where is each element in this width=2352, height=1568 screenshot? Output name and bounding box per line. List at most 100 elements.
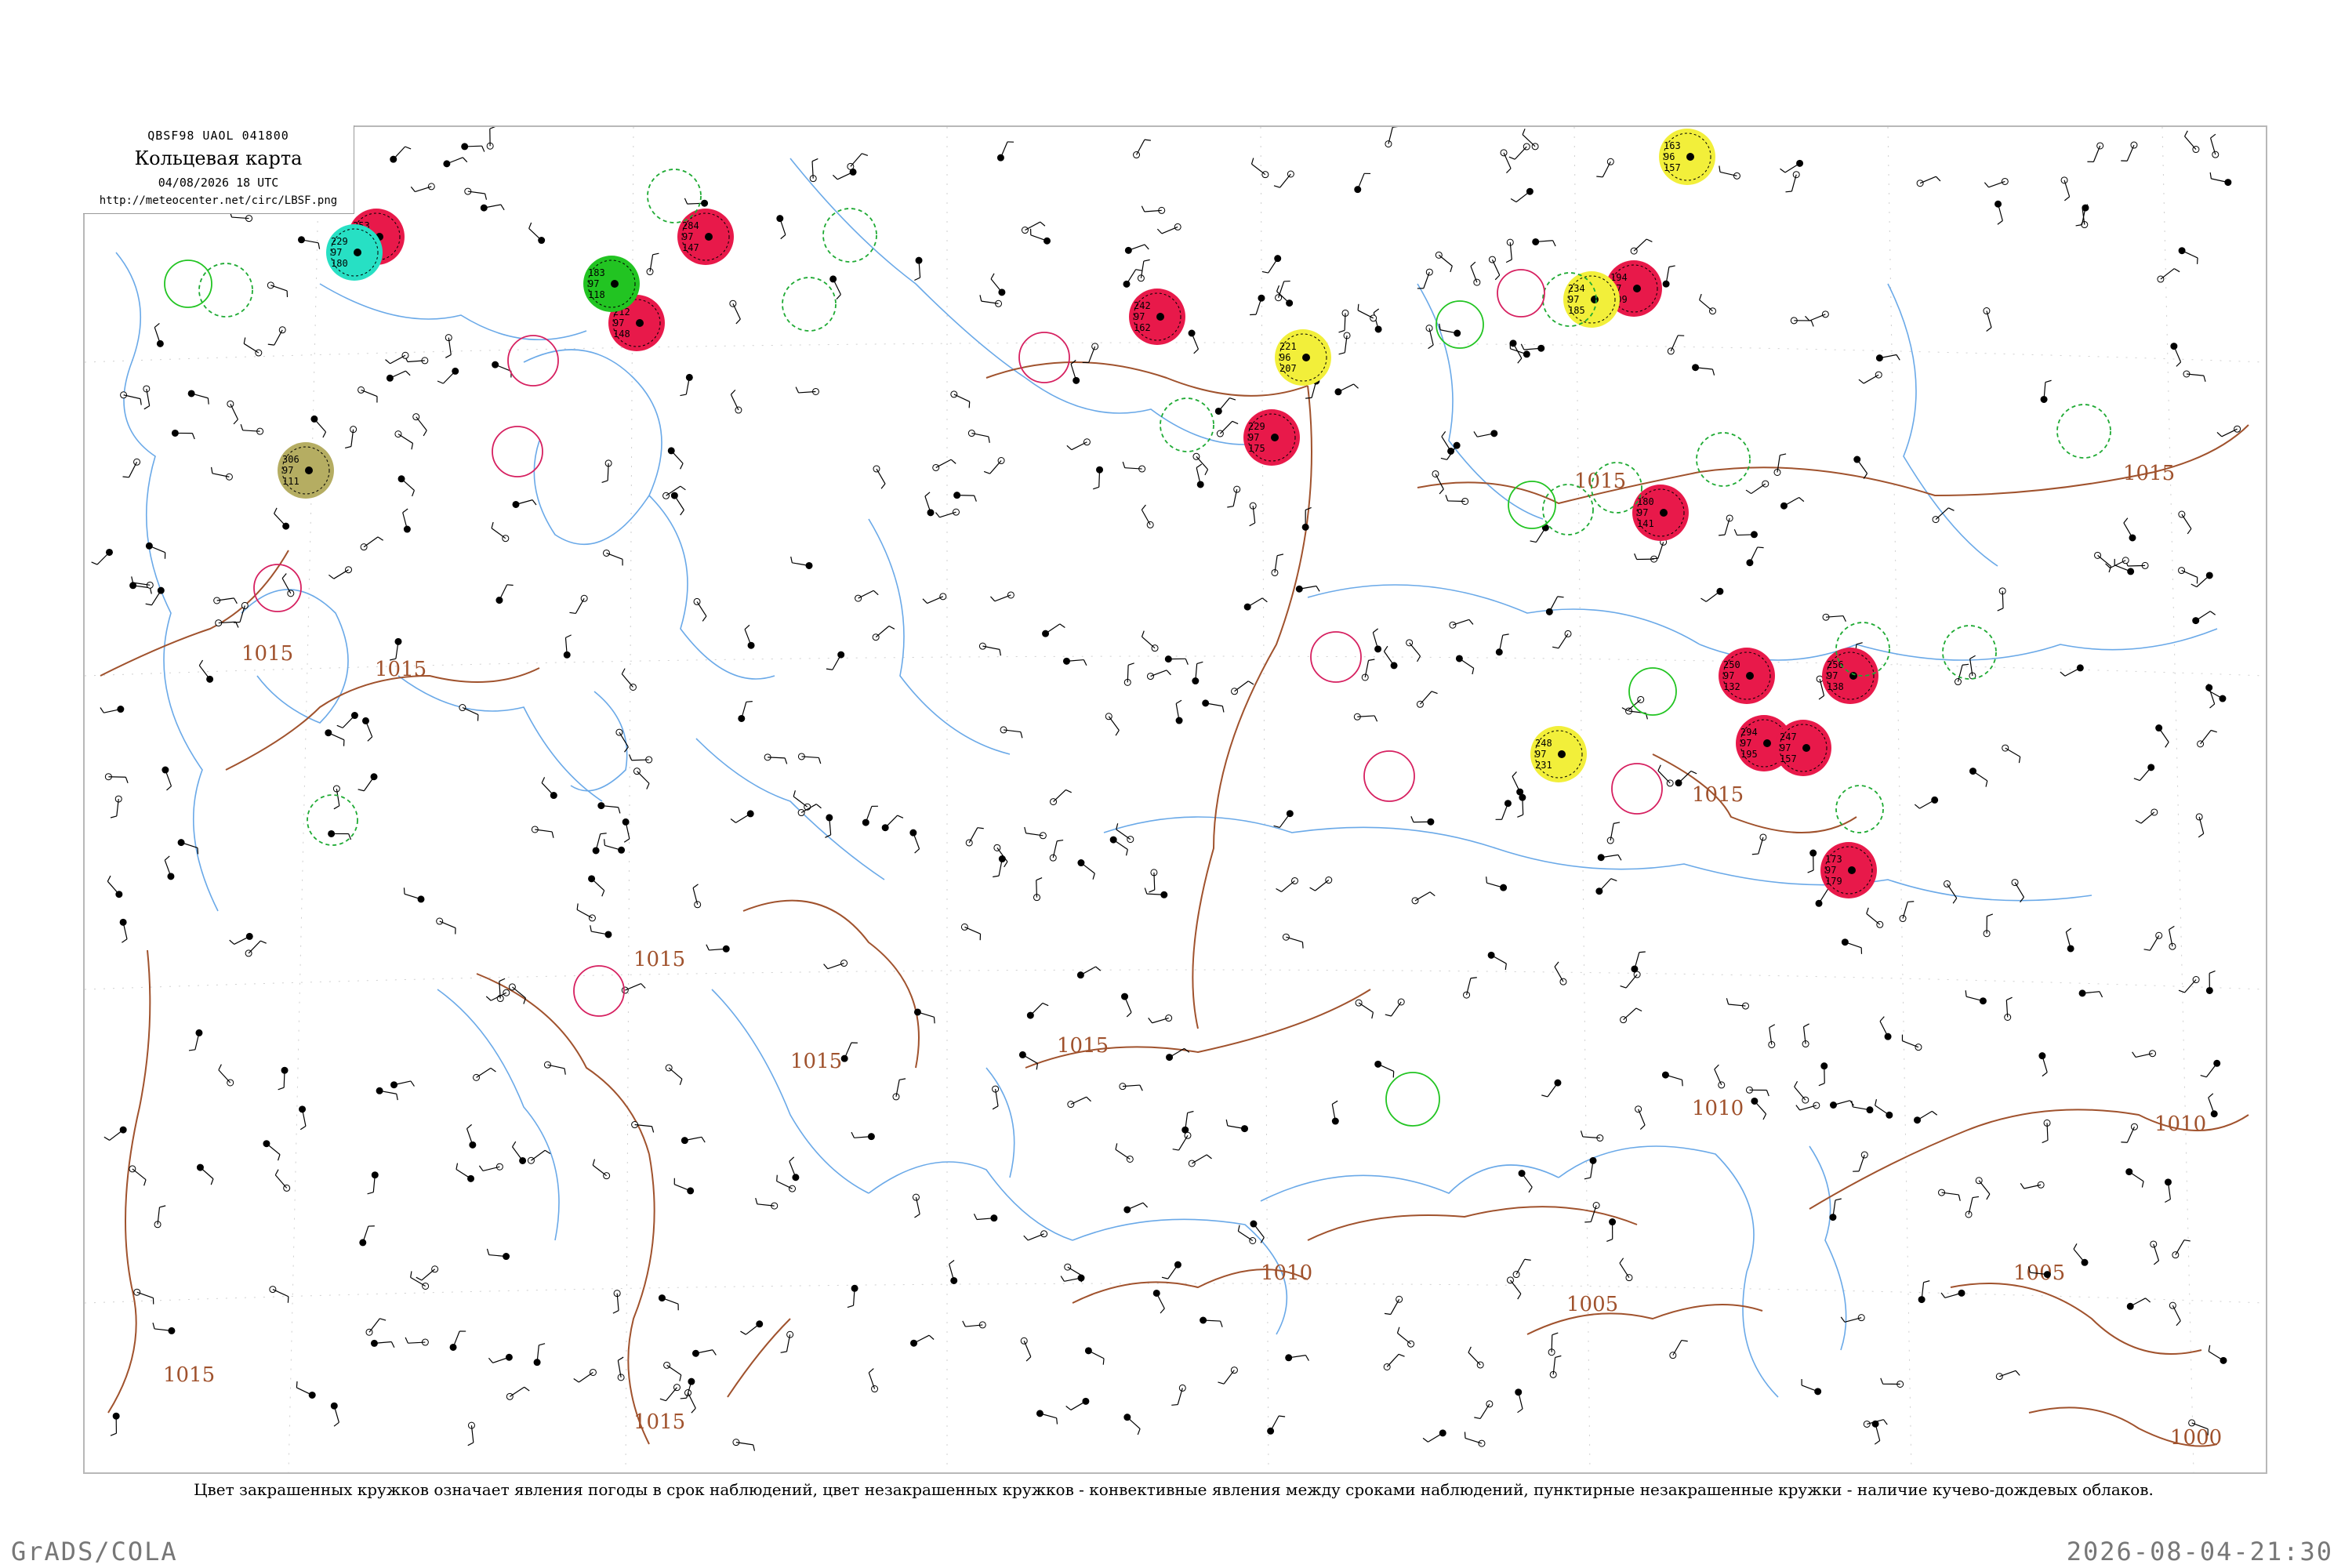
station-mark [1225, 1119, 1249, 1133]
station-mark [1943, 880, 1958, 904]
station-mark [91, 548, 113, 565]
station-mark [410, 183, 435, 193]
station-value: 229 [331, 236, 348, 247]
station-mark [1250, 294, 1265, 316]
station-mark [983, 457, 1005, 474]
synoptic-map: 1015 1015 1015 1015 1015 1015 1015 1015 … [83, 125, 2267, 1474]
station-mark [1267, 1415, 1286, 1435]
station-mark [604, 839, 626, 854]
station-mark [667, 447, 684, 470]
station-mark [1875, 1099, 1893, 1119]
station-mark [416, 1265, 439, 1281]
station-mark [730, 810, 754, 823]
station-mark [1662, 265, 1675, 288]
station-mark [855, 590, 879, 602]
station-mark [873, 465, 886, 489]
isobar-label: 1010 [2154, 1112, 2206, 1136]
shower-circle[interactable]: 22196207 [1275, 329, 1331, 386]
station-dot [611, 280, 619, 288]
rain-circle[interactable]: 18397118 [583, 256, 640, 312]
snow-circle[interactable]: 22997180 [326, 224, 383, 281]
thunderstorm-circle[interactable]: 24797157 [1775, 720, 1831, 776]
station-mark [1023, 1230, 1048, 1241]
station-mark [1940, 1289, 1965, 1298]
station-mark [1417, 268, 1433, 289]
station-mark [1597, 854, 1622, 862]
station-mark [563, 634, 572, 659]
convective-open-ring [1611, 763, 1663, 815]
thunderstorm-circle[interactable]: 25697138 [1822, 648, 1878, 704]
station-mark [1385, 998, 1405, 1017]
station-mark [1218, 1367, 1238, 1385]
station-mark [2178, 567, 2198, 584]
station-mark [129, 1165, 147, 1186]
station-mark [2094, 551, 2112, 573]
station-mark [892, 1078, 906, 1101]
station-mark [1024, 826, 1047, 840]
station-mark [456, 1163, 475, 1182]
station-mark [1149, 869, 1158, 893]
station-mark [2073, 1243, 2089, 1266]
station-mark [1802, 1023, 1809, 1048]
station-mark [1807, 849, 1817, 873]
station-mark [2170, 343, 2182, 367]
station-mark [464, 187, 488, 200]
station-mark [1026, 1002, 1049, 1019]
station-mark [978, 642, 1002, 656]
station-mark [267, 281, 289, 297]
thunderstorm-circle[interactable]: 28497147 [677, 209, 734, 265]
station-mark [512, 1141, 527, 1164]
station-mark [154, 1205, 166, 1229]
station-mark [361, 717, 373, 742]
station-mark [344, 426, 358, 449]
station-mark [1273, 810, 1294, 829]
station-mark [1818, 1062, 1828, 1087]
station-mark [1699, 293, 1716, 315]
convective-rings [164, 131, 2111, 1127]
weather-circles: 25397147 21297148 28497147 24297162 2299… [278, 129, 1878, 898]
thunderstorm-circle[interactable]: 24297162 [1129, 289, 1185, 345]
station-value: 97 [1723, 670, 1734, 681]
station-mark [790, 556, 813, 569]
station-mark [145, 542, 166, 559]
thunderstorm-circle[interactable]: 22997175 [1243, 409, 1300, 466]
station-mark [1285, 1354, 1309, 1362]
station-mark [1141, 205, 1166, 214]
station-mark [1439, 323, 1461, 337]
station-mark [1532, 238, 1556, 247]
station-mark [1192, 661, 1203, 685]
bulletin-code: QBSF98 UAOL 041800 [147, 129, 289, 143]
station-mark [227, 400, 239, 425]
footer-timestamp: 2026-08-04-21:30 [2066, 1537, 2333, 1566]
station-mark [795, 387, 819, 395]
station-mark [171, 429, 195, 440]
station-mark [1549, 1355, 1562, 1378]
station-mark [1829, 1198, 1842, 1221]
shower-circle[interactable]: 16396157 [1659, 129, 1715, 185]
station-mark [588, 875, 605, 897]
station-dot [705, 233, 713, 241]
station-mark [1123, 662, 1134, 686]
shower-circle[interactable]: 23497185 [1563, 271, 1620, 328]
station-value: 96 [1664, 151, 1675, 162]
thunderstorm-circle[interactable]: 18097141 [1632, 485, 1689, 541]
station-mark [2126, 1298, 2151, 1310]
station-mark [1152, 1289, 1165, 1314]
source-url[interactable]: http://meteocenter.net/circ/LBSF.png [83, 194, 354, 207]
station-mark [1918, 1280, 1930, 1304]
station-mark [881, 815, 904, 832]
station-mark [107, 875, 123, 898]
thunderstorm-circle[interactable]: 25097132 [1719, 648, 1775, 704]
station-mark [274, 507, 290, 530]
station-mark [809, 158, 818, 183]
station-value: 242 [1134, 300, 1151, 311]
station-mark [152, 1323, 176, 1334]
station-mark [473, 1067, 496, 1081]
station-mark [1355, 999, 1374, 1019]
station-mark [1995, 1370, 2020, 1381]
station-mark [2169, 925, 2176, 950]
shower-circle[interactable]: 24897231 [1530, 726, 1587, 782]
haze-circle[interactable]: 30697111 [278, 442, 334, 499]
station-mark [1261, 255, 1282, 274]
thunderstorm-circle[interactable]: 17397179 [1820, 842, 1877, 898]
